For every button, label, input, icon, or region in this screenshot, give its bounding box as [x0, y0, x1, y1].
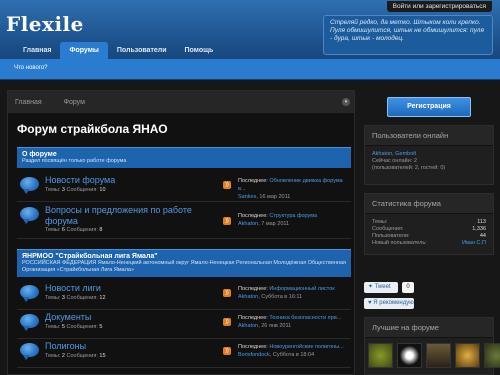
last-post-link[interactable]: Новоуренгойские полигоны... — [269, 344, 343, 350]
forum-stats-title: Статистика форума — [365, 194, 493, 214]
online-users-box: Пользователи онлайн Akhaton, Gembolt Сей… — [364, 125, 494, 185]
rss-icon[interactable]: )) — [223, 347, 231, 355]
tab-help[interactable]: Помощь — [176, 42, 223, 59]
tab-forums[interactable]: Форумы — [60, 42, 108, 59]
newest-user-link[interactable]: Иван С.П — [462, 240, 486, 247]
avatar[interactable] — [368, 343, 393, 368]
rss-icon[interactable]: )) — [223, 318, 231, 326]
last-post-author[interactable]: Akhaton — [238, 323, 258, 329]
forum-row: Новости лиги Темы: 3 Сообщения: 12 )) По… — [17, 281, 351, 310]
stat-row: Темы: 113 — [372, 219, 486, 225]
stat-row: Сообщения: 1,336 — [372, 226, 486, 232]
last-post: Последнее: Техника безопасности при... A… — [238, 315, 342, 329]
whats-new-link[interactable]: Что нового? — [14, 65, 48, 71]
breadcrumb-forum[interactable]: Форум — [64, 99, 85, 106]
tweet-count: 0 — [402, 282, 414, 293]
category-header-about[interactable]: О форуме Раздел посвящён только работе ф… — [17, 147, 351, 168]
online-users-list[interactable]: Akhaton, Gembolt — [372, 151, 486, 158]
best-of-forum-title: Лучшие на форуме — [365, 318, 493, 338]
last-post: Последнее: Новоуренгойские полигоны... B… — [238, 344, 344, 358]
forum-stats: Темы: 5 Сообщения: 5 — [45, 324, 103, 330]
sub-navigation: Что нового? — [0, 59, 500, 79]
tweet-button[interactable]: ✦ Tweet — [364, 282, 398, 293]
stat-row: Пользователи: 44 — [372, 233, 486, 239]
last-post-author[interactable]: Borisfondock — [238, 352, 270, 358]
site-header: Войти или зарегистрироваться Flexile Стр… — [0, 0, 500, 80]
forum-title-link[interactable]: Документы — [45, 312, 225, 323]
last-post-link[interactable]: Информационный листок — [269, 286, 334, 292]
last-post-link[interactable]: Техника безопасности при... — [269, 315, 341, 321]
forum-bubble-icon — [20, 314, 39, 331]
best-thumbnails — [368, 343, 500, 368]
breadcrumb-home[interactable]: Главная — [15, 99, 42, 106]
tab-home[interactable]: Главная — [14, 42, 60, 59]
category-description: Раздел посвящён только работе форума — [22, 158, 127, 164]
vk-icon: ♥ — [368, 300, 372, 306]
forum-stats: Темы: 3 Сообщения: 12 — [45, 295, 106, 301]
forum-row: Вопросы и предложения по работе форума Т… — [17, 203, 351, 239]
forum-bubble-icon — [20, 207, 39, 224]
last-post-author[interactable]: Sankex — [238, 194, 256, 200]
twitter-bird-icon: ✦ — [368, 284, 374, 290]
forum-title-link[interactable]: Новости форума — [45, 175, 225, 186]
last-post: Последнее: Информационный листок Akhaton… — [238, 286, 335, 300]
forum-bubble-icon — [20, 343, 39, 360]
forum-stats: Темы: 2 Сообщения: 15 — [45, 353, 106, 359]
forum-title-link[interactable]: Вопросы и предложения по работе форума — [45, 205, 225, 227]
page-title: Форум страйкбола ЯНАО — [17, 122, 168, 136]
forum-stats: Темы: 6 Сообщения: 8 — [45, 227, 103, 233]
main-nav-tabs: Главная Форумы Пользователи Помощь — [14, 42, 222, 59]
avatar[interactable] — [426, 343, 451, 368]
category-title: О форуме — [22, 151, 57, 158]
forum-stats: Темы: 3 Сообщения: 10 — [45, 187, 106, 193]
last-post-author[interactable]: Akhaton — [238, 294, 258, 300]
forum-row: Документы Темы: 5 Сообщения: 5 )) Послед… — [17, 310, 351, 339]
site-logo[interactable]: Flexile — [6, 12, 84, 36]
main-panel: Главная Форум ▾ Форум страйкбола ЯНАО О … — [7, 90, 355, 375]
forum-row: Новости форума Темы: 3 Сообщения: 10 )) … — [17, 173, 351, 202]
avatar[interactable] — [455, 343, 480, 368]
forum-title-link[interactable]: Полигоны — [45, 341, 225, 352]
breadcrumb: Главная Форум — [8, 91, 354, 113]
category-title: ЯНРМОО "Страйкбольная лига Ямала" — [22, 253, 158, 260]
stat-row: Новый пользователь: Иван С.П — [372, 240, 486, 247]
login-register-link[interactable]: Войти или зарегистрироваться — [386, 1, 492, 12]
forum-bubble-icon — [20, 177, 39, 194]
register-button[interactable]: Регистрация — [387, 97, 471, 117]
avatar[interactable] — [484, 343, 500, 368]
forum-row: Полигоны Темы: 2 Сообщения: 15 )) Послед… — [17, 339, 351, 368]
tab-users[interactable]: Пользователи — [108, 42, 176, 59]
last-post-link[interactable]: Структура форума — [269, 213, 317, 219]
breadcrumb-menu-icon[interactable]: ▾ — [342, 98, 350, 106]
avatar[interactable] — [397, 343, 422, 368]
last-post: Последнее: Обновление движка форума в...… — [238, 178, 343, 200]
rss-icon[interactable]: )) — [223, 217, 231, 225]
forum-stats-box: Статистика форума Темы: 113 Сообщения: 1,3… — [364, 193, 494, 255]
rss-icon[interactable]: )) — [223, 181, 231, 189]
category-description: РОССИЙСКАЯ ФЕДЕРАЦИЯ Ямало-Ненецкий авто… — [22, 260, 347, 273]
rss-icon[interactable]: )) — [223, 289, 231, 297]
category-header-league[interactable]: ЯНРМОО "Страйкбольная лига Ямала" РОССИЙ… — [17, 249, 351, 277]
online-now: Сейчас онлайн: 2 — [372, 158, 417, 164]
header-quote: Стреляй редко, да метко. Штыком коли кре… — [323, 15, 493, 55]
last-post-author[interactable]: Akhaton — [238, 221, 258, 227]
forum-title-link[interactable]: Новости лиги — [45, 283, 225, 294]
last-post: Последнее: Структура форума Akhaton, 7 м… — [238, 213, 318, 227]
online-users-title: Пользователи онлайн — [365, 126, 493, 146]
forum-bubble-icon — [20, 285, 39, 302]
recommend-button[interactable]: ♥ Я рекомендую — [364, 298, 414, 309]
online-breakdown: (пользователей: 2, гостей: 0) — [372, 165, 446, 171]
